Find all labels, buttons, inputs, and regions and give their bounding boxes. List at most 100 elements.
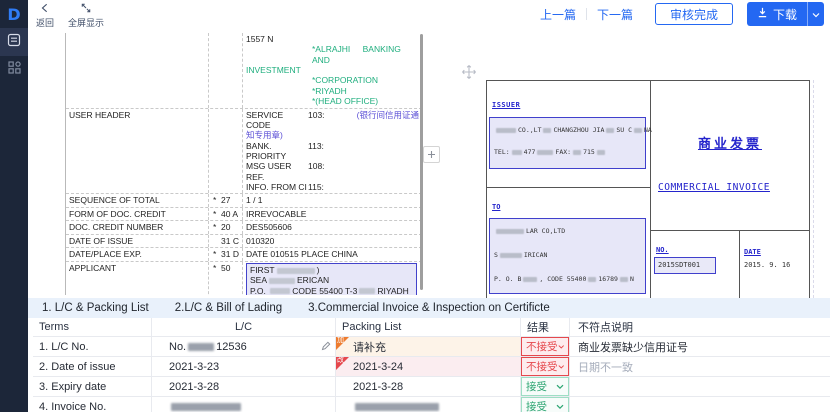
- invoice-no-label: NO.: [656, 246, 669, 254]
- swift-row-user-header: USER HEADER SERVICE CODE103:(银行间信用证通 知专用…: [66, 108, 422, 194]
- plus-icon: [427, 146, 436, 164]
- sidebar-item-apps[interactable]: [0, 56, 28, 84]
- lc-value-cell[interactable]: [152, 397, 336, 412]
- app-logo: D: [0, 0, 28, 28]
- lc-swift-document[interactable]: 1557 N *ALRAJHI BANKING AND INVESTMENT *…: [65, 33, 422, 295]
- swift-top-value: 1557 N: [246, 34, 419, 44]
- apps-grid-icon: [8, 61, 21, 79]
- header-lc: L/C: [152, 318, 336, 336]
- result-cell: 不接受: [521, 357, 570, 376]
- result-select[interactable]: 接受: [521, 377, 569, 396]
- result-select[interactable]: 不接受: [521, 357, 569, 376]
- chevron-down-icon: [812, 5, 820, 23]
- modified-corner-badge: 改: [336, 357, 349, 370]
- toolbar: 返回 全屏显示 上一篇 下一篇 审核完成: [28, 0, 830, 29]
- table-row: 2. Date of issue 2021-3-23 改 2021-3-24 不…: [33, 357, 830, 377]
- header-discrepancy: 不符点说明: [570, 318, 830, 336]
- table-row: 1. L/C No. No.12536 加 请补充 不接受: [33, 337, 830, 357]
- next-doc-link[interactable]: 下一篇: [597, 6, 633, 23]
- check-tabs: 1. L/C & Packing List 2.L/C & Bill of La…: [28, 298, 830, 318]
- chevron-down-icon: [558, 364, 565, 370]
- download-icon: [757, 7, 768, 21]
- lc-value-cell[interactable]: 2021-3-28: [152, 377, 336, 396]
- swift-row-applicant: APPLICANT *50 FIRST) SEAERICAN P.O. CODE…: [66, 261, 422, 295]
- fullscreen-label: 全屏显示: [68, 16, 104, 29]
- to-label: TO: [492, 203, 500, 211]
- download-label: 下载: [773, 6, 797, 23]
- bank-name-line: *CORPORATION: [312, 75, 419, 85]
- packing-list-value-cell[interactable]: 加 请补充: [336, 337, 521, 356]
- result-select[interactable]: 不接受: [521, 337, 569, 356]
- bank-seal-note: (银行间信用证通: [357, 110, 419, 131]
- invoice-title-chinese: 商业发票: [651, 133, 809, 152]
- lc-value-cell[interactable]: 2021-3-23: [152, 357, 336, 376]
- highlighted-field: FIRST) SEAERICAN P.O. CODE 55400 T-3RIYA…: [246, 263, 417, 295]
- tab-lc-packing-list[interactable]: 1. L/C & Packing List: [42, 302, 149, 314]
- table-header-row: Terms L/C Packing List 结果 不符点说明: [33, 318, 830, 337]
- bank-name-line: *RIYADH: [312, 86, 419, 96]
- tab-lc-bill-of-lading[interactable]: 2.L/C & Bill of Lading: [175, 302, 282, 314]
- discrepancy-note-input[interactable]: [570, 377, 830, 396]
- discrepancy-note-input[interactable]: [570, 397, 830, 412]
- bank-seal-note: 知专用章): [246, 130, 419, 140]
- buyer-highlighted-box: LAR CO,LTD SIRICAN P. O. B, CODE 5540016…: [489, 218, 646, 294]
- app-window: D 返回: [0, 0, 830, 412]
- check-panel: 1. L/C & Packing List 2.L/C & Bill of La…: [28, 298, 830, 412]
- result-cell: 接受: [521, 397, 570, 412]
- page-boundary-guide: [813, 80, 814, 298]
- header-packing-list: Packing List: [336, 318, 521, 336]
- back-button[interactable]: 返回: [36, 0, 54, 29]
- swift-row: DATE/PLACE EXP. *31 D DATE 010515 PLACE …: [66, 247, 422, 261]
- header-result: 结果: [521, 318, 570, 336]
- term-cell: 3. Expiry date: [33, 377, 152, 396]
- discrepancy-note-input[interactable]: 日期不一致: [570, 357, 830, 376]
- sidebar-item-documents[interactable]: [0, 28, 28, 56]
- invoice-date-value: 2015. 9. 16: [744, 261, 790, 269]
- fullscreen-icon: [81, 3, 91, 15]
- commercial-invoice-document[interactable]: ISSUER CO.,LTCHANGZHOU JIASU CNA TEL:477…: [486, 80, 810, 298]
- packing-list-value-cell[interactable]: 2021-3-28: [336, 377, 521, 396]
- lc-value-cell[interactable]: No.12536: [152, 337, 336, 356]
- divider: [586, 8, 587, 20]
- download-dropdown-button[interactable]: [807, 2, 824, 26]
- chevron-down-icon: [556, 384, 564, 390]
- issuer-label: ISSUER: [492, 101, 520, 109]
- back-label: 返回: [36, 16, 54, 29]
- chevron-down-icon: [556, 404, 564, 410]
- term-cell: 1. L/C No.: [33, 337, 152, 356]
- table-row: 4. Invoice No. 接受: [33, 397, 830, 412]
- chevron-down-icon: [558, 344, 565, 350]
- swift-row: FORM OF DOC. CREDIT *40 A IRREVOCABLE: [66, 207, 422, 221]
- swift-row-advising-bank: 1557 N *ALRAJHI BANKING AND INVESTMENT *…: [66, 33, 422, 108]
- packing-list-value-cell[interactable]: 改 2021-3-24: [336, 357, 521, 376]
- invoice-title-english: COMMERCIAL INVOICE: [658, 182, 770, 193]
- back-chevron-icon: [40, 3, 50, 15]
- comparison-table: Terms L/C Packing List 结果 不符点说明 1. L/C N…: [28, 318, 830, 412]
- sidebar: D: [0, 0, 28, 412]
- result-cell: 接受: [521, 377, 570, 396]
- prev-doc-link[interactable]: 上一篇: [540, 6, 576, 23]
- review-complete-button[interactable]: 审核完成: [655, 3, 733, 25]
- invoice-no-highlighted-box: 2015SDT001: [654, 257, 716, 274]
- term-cell: 2. Date of issue: [33, 357, 152, 376]
- download-split-button: 下载: [747, 2, 824, 26]
- swift-row: DATE OF ISSUE 31 C 010320: [66, 234, 422, 248]
- result-select[interactable]: 接受: [521, 397, 569, 412]
- issuer-highlighted-box: CO.,LTCHANGZHOU JIASU CNA TEL:477FAX:715: [489, 117, 646, 169]
- discrepancy-note-input[interactable]: 商业发票缺少信用证号: [570, 337, 830, 356]
- table-row: 3. Expiry date 2021-3-28 2021-3-28 接受: [33, 377, 830, 397]
- tab-commercial-invoice-inspection[interactable]: 3.Commercial Invoice & Inspection on Cer…: [308, 302, 550, 314]
- bank-name-line: *ALRAJHI BANKING AND: [312, 44, 419, 65]
- bank-name-line: INVESTMENT: [246, 65, 419, 75]
- edit-pencil-icon[interactable]: [321, 341, 331, 354]
- swift-row: DOC. CREDIT NUMBER *20 DES505606: [66, 220, 422, 234]
- download-button[interactable]: 下载: [747, 2, 807, 26]
- bank-name-line: *(HEAD OFFICE): [312, 96, 419, 106]
- header-terms: Terms: [33, 318, 152, 336]
- fullscreen-button[interactable]: 全屏显示: [68, 0, 104, 29]
- expand-button[interactable]: [423, 146, 440, 163]
- move-handle-icon[interactable]: [461, 64, 477, 80]
- term-cell: 4. Invoice No.: [33, 397, 152, 412]
- swift-row: SEQUENCE OF TOTAL *27 1 / 1: [66, 193, 422, 207]
- packing-list-value-cell[interactable]: [336, 397, 521, 412]
